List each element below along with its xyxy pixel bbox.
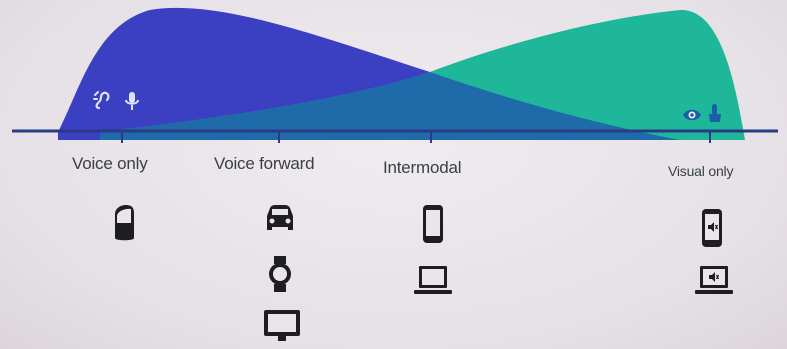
smart-speaker-icon bbox=[104, 202, 144, 242]
spectrum-slide: Voice only Voice forward Intermodal Visu… bbox=[0, 0, 787, 349]
phone-muted-icon bbox=[692, 208, 732, 248]
laptop-icon bbox=[413, 260, 453, 300]
tv-icon bbox=[262, 306, 302, 346]
label-voice-only: Voice only bbox=[72, 154, 148, 173]
microphone-icon bbox=[121, 90, 143, 112]
label-voice-forward: Voice forward bbox=[214, 154, 315, 173]
label-visual-only: Visual only bbox=[668, 163, 734, 179]
phone-icon bbox=[413, 204, 453, 244]
touch-icon bbox=[704, 102, 726, 124]
hearing-icon bbox=[92, 90, 114, 112]
laptop-muted-icon bbox=[694, 261, 734, 301]
car-icon bbox=[260, 200, 300, 240]
eye-icon bbox=[681, 104, 703, 126]
label-intermodal: Intermodal bbox=[383, 158, 462, 177]
smartwatch-icon bbox=[260, 254, 300, 294]
